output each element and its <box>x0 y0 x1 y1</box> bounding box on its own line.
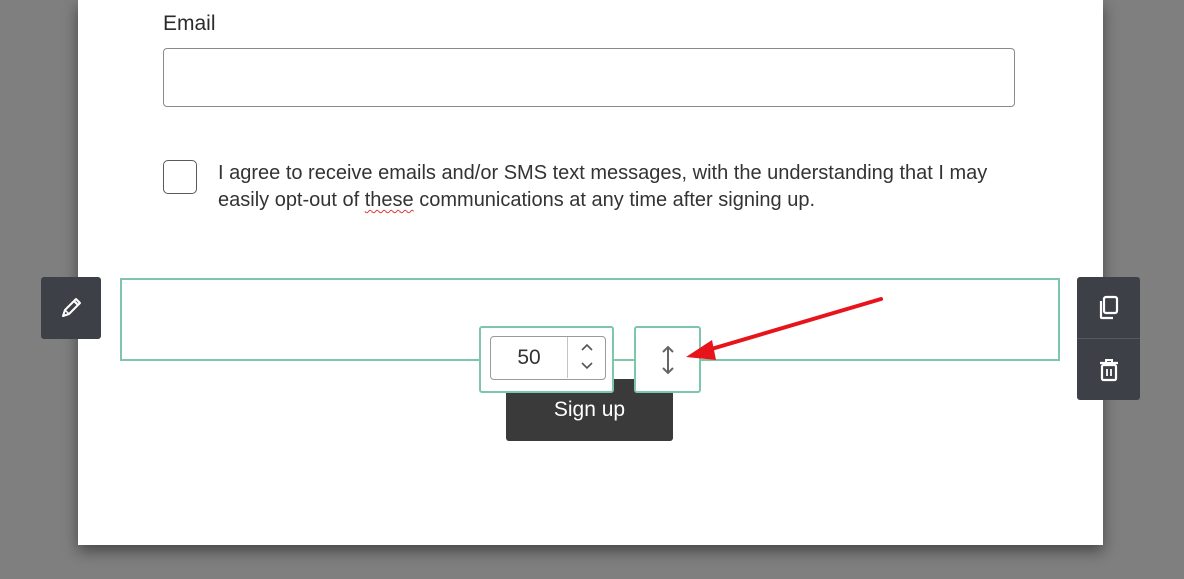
consent-checkbox[interactable] <box>163 160 197 194</box>
vertical-resize-icon <box>661 345 674 374</box>
spacer-height-input[interactable]: 50 <box>490 336 606 380</box>
spacer-height-value: 50 <box>517 346 541 369</box>
consent-text-part-2: communications at any time after signing… <box>413 189 815 211</box>
consent-text: I agree to receive emails and/or SMS tex… <box>218 160 998 214</box>
email-label: Email <box>163 12 216 35</box>
email-field[interactable] <box>163 48 1015 107</box>
chevron-down-icon[interactable] <box>580 361 594 371</box>
trash-icon <box>1099 358 1118 381</box>
duplicate-button[interactable] <box>1077 277 1140 338</box>
delete-button[interactable] <box>1077 339 1140 400</box>
pencil-icon <box>62 298 81 317</box>
resize-handle[interactable] <box>634 326 701 393</box>
copy-icon <box>1099 295 1118 319</box>
spacer-height-stepper[interactable] <box>567 337 605 378</box>
block-actions <box>1077 277 1140 400</box>
chevron-up-icon[interactable] <box>580 342 594 352</box>
spacer-height-control: 50 <box>479 326 614 393</box>
edit-button[interactable] <box>41 277 101 339</box>
consent-text-misspelled-word: these <box>364 189 414 211</box>
sign-up-label: Sign up <box>553 398 626 421</box>
